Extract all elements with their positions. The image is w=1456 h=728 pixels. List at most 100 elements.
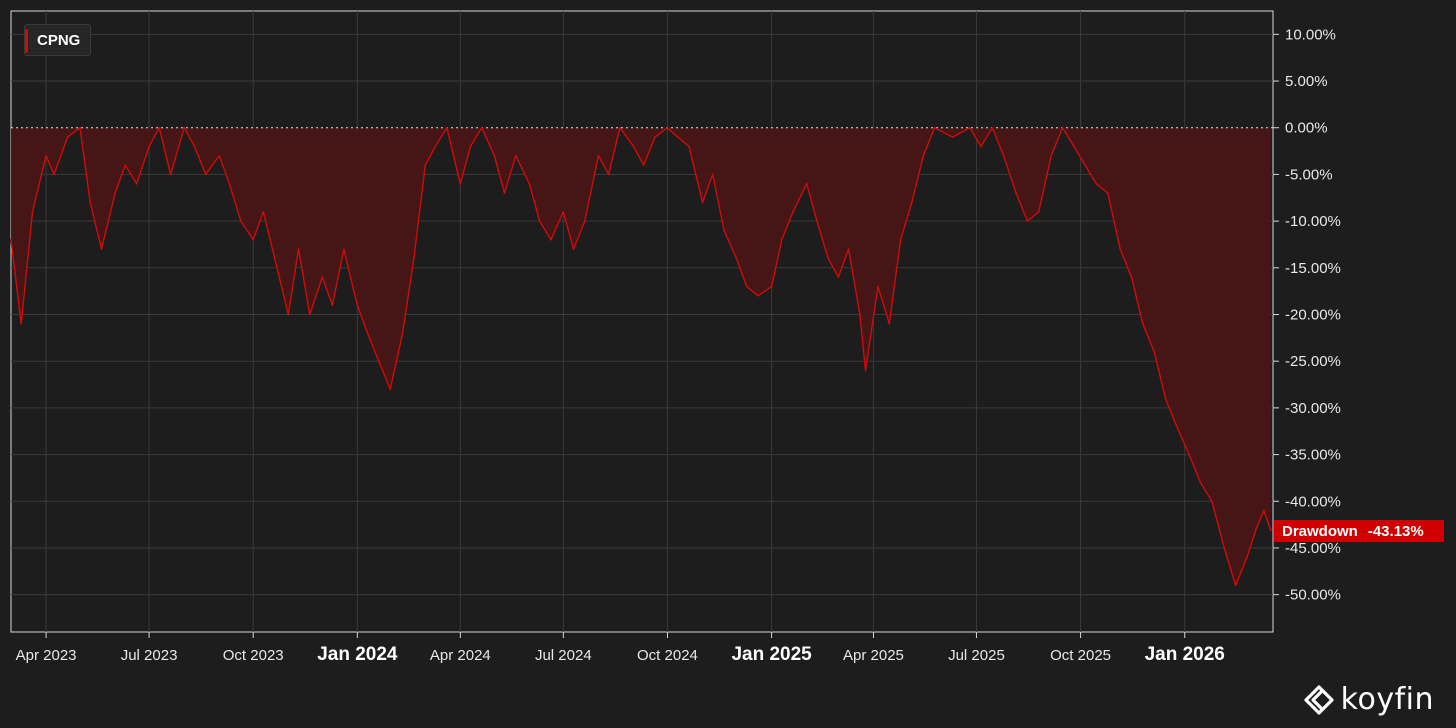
- data-point: [343, 248, 345, 250]
- data-point: [550, 239, 552, 241]
- x-axis: Apr 2023 Jul 2023 Oct 2023 Jan 2024 Apr 2024…: [16, 632, 1225, 665]
- data-point: [654, 136, 656, 138]
- brand-logo[interactable]: koyfin: [1303, 682, 1434, 717]
- data-point: [297, 248, 300, 250]
- data-point: [1084, 164, 1086, 166]
- drawdown-chart: 10.00% 5.00% 0.00% -5.00% -10.00% -15.00% -20.…: [10, 10, 1341, 665]
- data-point: [1037, 211, 1040, 213]
- data-point: [1211, 500, 1213, 503]
- data-point: [1164, 397, 1167, 400]
- legend-ticker[interactable]: CPNG: [24, 24, 92, 56]
- data-point: [770, 285, 773, 288]
- data-point: [877, 285, 879, 288]
- data-point: [632, 145, 635, 148]
- data-point: [899, 239, 902, 241]
- data-point: [1095, 183, 1098, 185]
- data-point: [193, 145, 196, 148]
- koyfin-logo-icon: [1304, 684, 1334, 715]
- data-point: [1223, 547, 1226, 549]
- data-point: [816, 220, 818, 222]
- data-point: [1015, 192, 1017, 194]
- data-point: [619, 126, 621, 129]
- data-point: [642, 164, 645, 166]
- data-point: [1002, 154, 1005, 157]
- data-point: [158, 126, 161, 129]
- x-tick-label: Jul 2025: [948, 647, 1005, 664]
- data-point: [252, 239, 254, 241]
- data-point: [1269, 529, 1272, 532]
- data-point: [1176, 425, 1178, 428]
- x-tick-label: Apr 2025: [843, 647, 904, 664]
- data-point: [1050, 154, 1052, 157]
- data-point: [1119, 248, 1121, 250]
- data-point: [169, 173, 172, 176]
- data-point: [124, 164, 127, 166]
- data-point: [572, 248, 575, 250]
- data-point: [114, 192, 116, 194]
- data-point: [503, 192, 506, 194]
- data-point: [135, 183, 138, 185]
- data-point: [366, 332, 369, 335]
- data-point: [434, 145, 437, 148]
- y-tick-label: 10.00%: [1285, 26, 1336, 43]
- data-point: [378, 360, 380, 363]
- data-point: [481, 126, 483, 129]
- y-tick-label: -15.00%: [1285, 260, 1341, 277]
- data-point: [515, 154, 517, 157]
- x-tick-label: Apr 2023: [16, 647, 77, 664]
- data-point: [20, 323, 23, 325]
- x-tick-label: Jul 2023: [121, 647, 178, 664]
- drawdown-label: Drawdown: [1282, 522, 1358, 540]
- data-point: [228, 183, 231, 185]
- data-point: [584, 220, 586, 222]
- data-point: [446, 126, 448, 129]
- data-point: [148, 145, 150, 148]
- legend-ticker-label: CPNG: [37, 31, 81, 49]
- plot-area: [10, 10, 1274, 633]
- data-point: [218, 154, 221, 157]
- data-point: [847, 248, 850, 250]
- data-point: [273, 257, 276, 260]
- data-point: [45, 154, 47, 157]
- data-point: [1263, 509, 1265, 512]
- data-point: [1061, 126, 1064, 129]
- data-point: [781, 239, 783, 241]
- data-point: [757, 295, 759, 297]
- y-tick-label: -25.00%: [1285, 353, 1341, 370]
- y-tick-label: -45.00%: [1285, 540, 1341, 557]
- data-point: [859, 313, 861, 316]
- data-point: [911, 201, 913, 204]
- data-point: [968, 126, 971, 129]
- drawdown-badge: Drawdown -43.13%: [1274, 520, 1444, 542]
- data-point: [562, 211, 565, 213]
- data-point: [1142, 323, 1144, 325]
- data-point: [309, 313, 311, 316]
- data-point: [1246, 556, 1248, 559]
- y-tick-label: 5.00%: [1285, 73, 1328, 90]
- data-point: [538, 220, 541, 222]
- data-point: [701, 201, 704, 204]
- x-tick-label: Oct 2025: [1050, 647, 1111, 664]
- data-point: [666, 126, 669, 129]
- data-point: [66, 136, 69, 138]
- data-point: [1255, 528, 1257, 531]
- data-point: [1234, 584, 1237, 587]
- data-point: [262, 211, 265, 213]
- data-point: [356, 304, 359, 307]
- data-point: [100, 248, 103, 250]
- x-tick-label: Apr 2024: [430, 647, 491, 664]
- data-point: [493, 154, 496, 157]
- drawdown-value: -43.13%: [1367, 522, 1424, 540]
- data-point: [1153, 351, 1155, 353]
- data-point: [424, 164, 427, 166]
- data-point: [321, 276, 324, 278]
- data-point: [991, 126, 994, 129]
- data-point: [922, 154, 925, 157]
- x-tick-label: Jan 2025: [731, 644, 812, 665]
- data-point: [723, 229, 725, 232]
- brand-name: koyfin: [1340, 682, 1434, 717]
- data-point: [287, 313, 290, 316]
- data-point: [805, 183, 808, 185]
- data-point: [401, 332, 404, 335]
- data-point: [240, 220, 242, 222]
